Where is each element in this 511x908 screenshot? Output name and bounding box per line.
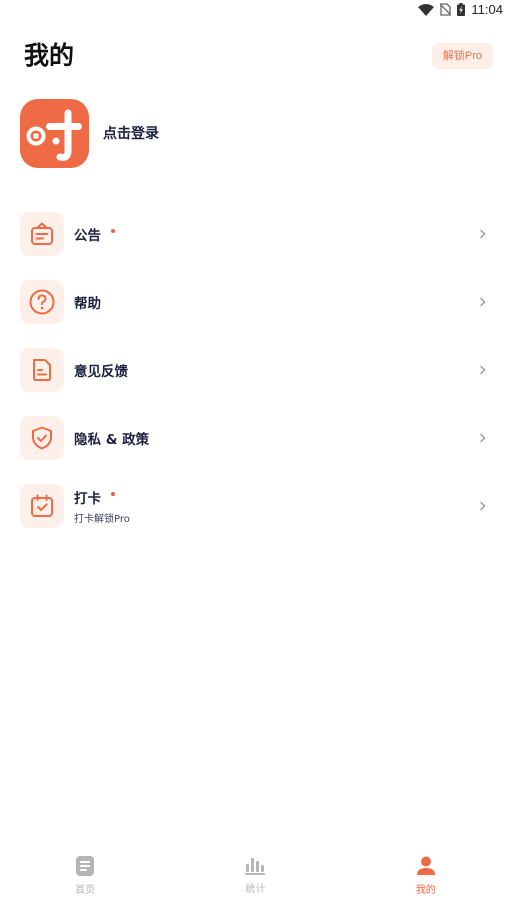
menu-item-help[interactable]: 帮助 bbox=[0, 268, 511, 336]
notification-dot bbox=[111, 492, 115, 496]
notification-dot bbox=[111, 229, 115, 233]
announcement-icon-bg bbox=[20, 212, 64, 256]
page-title: 我的 bbox=[24, 41, 75, 70]
nav-label: 我的 bbox=[415, 885, 436, 896]
nav-tab-stats[interactable]: 统计 bbox=[170, 846, 340, 908]
status-time: 11:04 bbox=[471, 2, 503, 17]
unlock-pro-button[interactable]: 解锁Pro bbox=[431, 43, 493, 69]
checkin-icon-bg bbox=[20, 484, 64, 528]
status-bar: 11:04 bbox=[0, 0, 511, 22]
privacy-icon-bg bbox=[20, 416, 64, 460]
profile-login-row[interactable]: 点击登录 bbox=[20, 98, 159, 168]
avatar[interactable] bbox=[20, 98, 89, 168]
announcement-icon bbox=[31, 222, 53, 245]
menu-sublabel: 打卡解锁Pro bbox=[74, 514, 130, 525]
stats-chart-icon bbox=[245, 858, 266, 875]
no-sim-icon bbox=[440, 3, 452, 16]
menu-label: 隐私 & 政策 bbox=[74, 432, 150, 448]
menu-item-checkin[interactable]: 打卡 打卡解锁Pro bbox=[0, 472, 511, 540]
menu-item-privacy-policy[interactable]: 隐私 & 政策 bbox=[0, 404, 511, 472]
home-list-icon bbox=[76, 856, 95, 876]
menu-item-feedback[interactable]: 意见反馈 bbox=[0, 336, 511, 404]
app-logo-icon bbox=[26, 109, 82, 161]
chevron-right-icon bbox=[480, 433, 486, 443]
privacy-shield-icon bbox=[32, 426, 52, 450]
help-icon bbox=[29, 289, 55, 315]
nav-label: 首页 bbox=[75, 885, 96, 896]
chevron-right-icon bbox=[480, 297, 486, 307]
nav-tab-profile[interactable]: 我的 bbox=[341, 846, 511, 908]
menu-label: 帮助 bbox=[74, 296, 101, 312]
menu-label: 公告 bbox=[74, 228, 101, 244]
menu-label: 意见反馈 bbox=[74, 364, 128, 380]
wifi-icon bbox=[418, 3, 435, 16]
help-icon-bg bbox=[20, 280, 64, 324]
battery-charging-icon bbox=[457, 3, 466, 16]
nav-label: 统计 bbox=[245, 884, 266, 895]
status-icons: 11:04 bbox=[418, 2, 503, 17]
login-label[interactable]: 点击登录 bbox=[103, 123, 159, 143]
chevron-right-icon bbox=[480, 365, 486, 375]
menu-item-announcement[interactable]: 公告 bbox=[0, 200, 511, 268]
feedback-icon bbox=[33, 359, 51, 381]
profile-user-icon bbox=[416, 856, 435, 875]
bottom-nav: 首页 统计 我的 bbox=[0, 846, 511, 908]
feedback-icon-bg bbox=[20, 348, 64, 392]
checkin-calendar-icon bbox=[31, 494, 53, 517]
chevron-right-icon bbox=[480, 229, 486, 239]
settings-menu: 公告 帮助 意见反馈 隐私 & 政策 打卡 打卡解锁Pro bbox=[0, 200, 511, 540]
menu-label: 打卡 bbox=[74, 491, 101, 507]
header: 我的 解锁Pro bbox=[24, 38, 493, 74]
nav-tab-home[interactable]: 首页 bbox=[0, 846, 170, 908]
chevron-right-icon bbox=[480, 501, 486, 511]
